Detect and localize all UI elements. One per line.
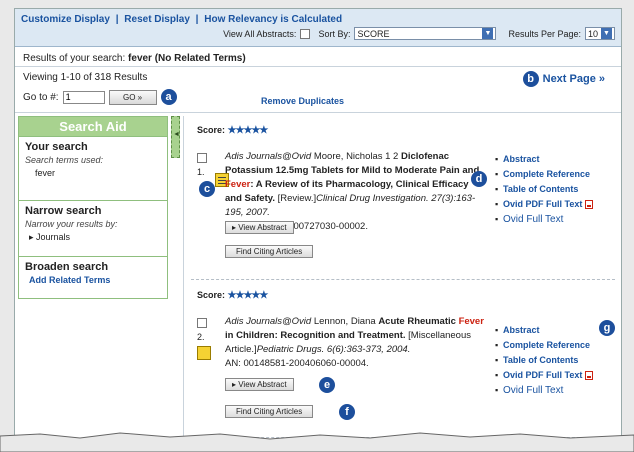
- next-page-area: b Next Page »: [522, 71, 605, 87]
- record-number: 1.: [197, 167, 205, 177]
- record-separator: [191, 279, 615, 280]
- view-all-abstracts-checkbox[interactable]: [300, 28, 311, 39]
- narrow-search-section: Narrow search Narrow your results by: ▸ …: [19, 201, 167, 257]
- broaden-search-heading: Broaden search: [25, 261, 109, 273]
- score-stars: ★★★★★: [227, 290, 269, 301]
- citation-title-pre[interactable]: Acute Rheumatic: [378, 316, 456, 327]
- your-search-section: Your search Search terms used: fever: [19, 137, 167, 201]
- result-record: Score: ★★★★★ 2. Adis Journals@Ovid Lenno…: [191, 290, 616, 430]
- search-summary-prefix: Results of your search:: [23, 53, 126, 64]
- chevron-down-icon: ▼: [601, 28, 612, 39]
- citation-journal: Pediatric Drugs. 6(6):363-373, 2004.: [256, 344, 411, 355]
- complete-reference-link[interactable]: Complete Reference: [503, 340, 590, 350]
- table-of-contents-link[interactable]: Table of Contents: [503, 355, 578, 365]
- narrow-search-heading: Narrow search: [25, 205, 102, 217]
- citation-authors: Moore, Nicholas 1 2: [313, 151, 399, 162]
- divider: [15, 112, 621, 113]
- callout-b: b: [522, 71, 539, 87]
- divider: [15, 66, 621, 67]
- next-page-link[interactable]: Next Page »: [543, 73, 605, 85]
- callout-c: c: [199, 181, 215, 197]
- citation-title-hit[interactable]: Fever: [459, 316, 484, 327]
- results-toolbar: Customize Display | Reset Display | How …: [15, 9, 621, 47]
- find-citing-articles-button[interactable]: Find Citing Articles: [225, 245, 314, 258]
- customize-display-link[interactable]: Customize Display: [21, 14, 110, 25]
- sort-by-label: Sort By:: [318, 28, 351, 39]
- record-links: ▪ Abstract ▪ Complete Reference ▪ Table of …: [495, 323, 613, 398]
- view-abstract-button[interactable]: ▸ View Abstract: [225, 378, 294, 391]
- divider: [183, 116, 184, 439]
- narrow-results-label: Narrow your results by:: [25, 219, 118, 229]
- citation-accession: AN: 00148581-200406060-00004.: [225, 358, 369, 369]
- view-all-abstracts-label: View All Abstracts:: [223, 28, 297, 39]
- pdf-icon[interactable]: [585, 200, 594, 210]
- viewing-count: Viewing 1-10 of 318 Results: [23, 72, 148, 83]
- search-aid-title: Search Aid: [19, 117, 167, 137]
- collapse-search-aid-handle[interactable]: ◄: [171, 116, 180, 158]
- citation-source: Adis Journals@Ovid: [225, 316, 312, 327]
- display-links: Customize Display | Reset Display | How …: [21, 14, 343, 25]
- complete-reference-link[interactable]: Complete Reference: [503, 169, 590, 179]
- citation-authors: Lennon, Diana: [313, 316, 376, 327]
- score-stars: ★★★★★: [227, 125, 269, 136]
- callout-f: f: [339, 404, 355, 420]
- sort-by-value: SCORE: [357, 28, 390, 39]
- your-search-heading: Your search: [25, 141, 88, 153]
- add-related-terms-link[interactable]: Add Related Terms: [25, 275, 161, 285]
- result-record: Score: ★★★★★ 1. c Adis Journals@Ovid Moo…: [191, 125, 616, 260]
- torn-edge-decoration: [0, 432, 634, 452]
- citation-title-hit[interactable]: Fever: [225, 179, 250, 190]
- abstract-link[interactable]: Abstract: [503, 154, 540, 164]
- goto-input[interactable]: [62, 90, 105, 104]
- callout-a: a: [160, 89, 177, 105]
- citation: Adis Journals@Ovid Lennon, Diana Acute R…: [225, 315, 487, 371]
- toolbar-controls: View All Abstracts: Sort By: SCORE ▼ Res…: [223, 27, 615, 40]
- sort-by-select[interactable]: SCORE ▼: [354, 27, 497, 40]
- ovid-pdf-full-text-link[interactable]: Ovid PDF Full Text: [503, 370, 582, 380]
- callout-d: d: [471, 171, 487, 187]
- search-summary: Results of your search: fever (No Relate…: [23, 53, 246, 64]
- goto-control: Go to #: GO » a: [23, 89, 177, 105]
- record-select-checkbox[interactable]: [197, 153, 207, 163]
- table-of-contents-link[interactable]: Table of Contents: [503, 184, 578, 194]
- go-button[interactable]: GO »: [108, 89, 157, 105]
- ovid-pdf-full-text-link[interactable]: Ovid PDF Full Text: [503, 199, 582, 209]
- citation-pub-type: [Review.]: [277, 193, 317, 204]
- ovid-full-text-link[interactable]: Ovid Full Text: [503, 385, 563, 396]
- view-abstract-button[interactable]: ▸ View Abstract: [225, 221, 294, 234]
- results-per-page-value: 10: [588, 28, 599, 39]
- search-term: fever: [35, 168, 56, 178]
- results-per-page-select[interactable]: 10 ▼: [585, 27, 615, 40]
- relevancy-help-link[interactable]: How Relevancy is Calculated: [204, 14, 342, 25]
- results-per-page-label: Results Per Page:: [508, 28, 581, 39]
- record-links: ▪ Abstract ▪ Complete Reference ▪ Table of …: [495, 152, 613, 227]
- chevron-down-icon: ▼: [482, 28, 494, 39]
- ovid-full-text-link[interactable]: Ovid Full Text: [503, 214, 563, 225]
- callout-e: e: [319, 377, 335, 393]
- score: Score: ★★★★★: [197, 290, 269, 301]
- score-label: Score:: [197, 290, 226, 300]
- broaden-search-section: Broaden search Add Related Terms: [19, 257, 167, 289]
- record-select-checkbox[interactable]: [197, 318, 207, 328]
- arrow-left-icon: ◄: [173, 131, 180, 138]
- reset-display-link[interactable]: Reset Display: [124, 14, 190, 25]
- journals-facet[interactable]: ▸ Journals: [29, 232, 161, 243]
- remove-duplicates-link[interactable]: Remove Duplicates: [261, 96, 344, 106]
- find-citing-articles-button[interactable]: Find Citing Articles: [225, 405, 314, 418]
- search-aid-panel: Search Aid Your search Search terms used…: [18, 116, 168, 299]
- pdf-icon[interactable]: [585, 371, 594, 381]
- score-label: Score:: [197, 125, 226, 135]
- record-number: 2.: [197, 332, 205, 342]
- goto-label: Go to #:: [23, 91, 59, 103]
- abstract-link[interactable]: Abstract: [503, 325, 540, 335]
- annotation-note-icon[interactable]: [197, 346, 211, 360]
- ovid-results-page: Customize Display | Reset Display | How …: [14, 8, 622, 440]
- score: Score: ★★★★★: [197, 125, 269, 136]
- search-summary-query: fever (No Related Terms): [128, 53, 246, 64]
- citation-source: Adis Journals@Ovid: [225, 151, 312, 162]
- search-terms-used-label: Search terms used:: [25, 155, 104, 165]
- citation-title-post[interactable]: in Children: Recognition and Treatment.: [225, 330, 406, 341]
